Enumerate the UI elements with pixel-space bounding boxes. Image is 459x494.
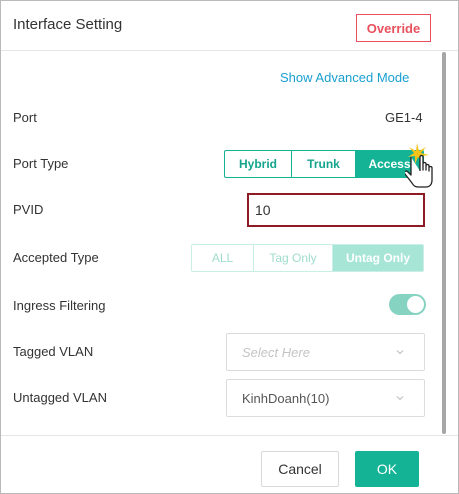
pvid-field xyxy=(247,193,425,227)
untagged-vlan-value: KinhDoanh(10) xyxy=(242,391,330,406)
port-value: GE1-4 xyxy=(385,110,423,125)
pvid-input[interactable] xyxy=(249,195,409,225)
accepted-type-untag-only: Untag Only xyxy=(332,244,424,272)
interface-setting-dialog: Interface Setting Override Show Advanced… xyxy=(0,0,459,494)
show-advanced-mode-link[interactable]: Show Advanced Mode xyxy=(280,70,409,85)
accepted-type-tag-only: Tag Only xyxy=(253,244,333,272)
scrollbar[interactable] xyxy=(439,52,449,435)
ok-button[interactable]: OK xyxy=(355,451,419,487)
dialog-header: Interface Setting Override xyxy=(1,1,458,51)
scrollbar-thumb[interactable] xyxy=(442,52,446,434)
accepted-type-segmented: ALL Tag Only Untag Only xyxy=(191,244,424,272)
pvid-label: PVID xyxy=(13,202,44,217)
port-type-trunk[interactable]: Trunk xyxy=(291,150,356,178)
cancel-button[interactable]: Cancel xyxy=(261,451,339,487)
toggle-knob xyxy=(407,296,424,313)
accepted-type-all: ALL xyxy=(191,244,254,272)
port-type-hybrid[interactable]: Hybrid xyxy=(224,150,292,178)
tagged-vlan-select[interactable]: Select Here xyxy=(226,333,425,371)
dialog-footer: Cancel OK xyxy=(1,435,458,493)
tagged-vlan-placeholder: Select Here xyxy=(242,345,310,360)
accepted-type-label: Accepted Type xyxy=(13,250,99,265)
port-label: Port xyxy=(13,110,37,125)
tagged-vlan-label: Tagged VLAN xyxy=(13,344,94,359)
dialog-title: Interface Setting xyxy=(13,16,123,33)
ingress-filtering-toggle[interactable] xyxy=(389,294,426,315)
chevron-down-icon xyxy=(396,396,404,401)
untagged-vlan-select[interactable]: KinhDoanh(10) xyxy=(226,379,425,417)
port-type-segmented: Hybrid Trunk Access xyxy=(224,150,424,178)
override-button[interactable]: Override xyxy=(356,14,431,42)
port-type-label: Port Type xyxy=(13,156,69,171)
untagged-vlan-label: Untagged VLAN xyxy=(13,390,107,405)
hand-cursor-icon xyxy=(405,143,433,188)
ingress-filtering-label: Ingress Filtering xyxy=(13,298,106,313)
chevron-down-icon xyxy=(396,350,404,355)
